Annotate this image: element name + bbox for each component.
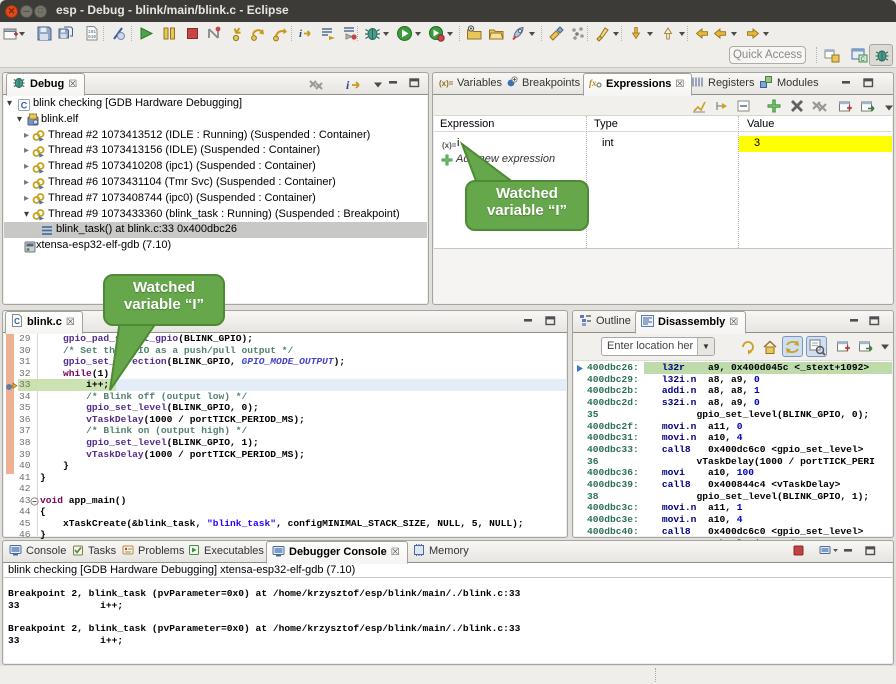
svg-text:010: 010 xyxy=(88,34,96,40)
svg-text:C: C xyxy=(861,57,866,63)
svg-text:fx: fx xyxy=(589,78,597,88)
svg-text:i: i xyxy=(346,78,350,92)
svg-text:C: C xyxy=(14,317,20,326)
svg-text:C: C xyxy=(21,100,28,110)
svg-text:i: i xyxy=(299,28,303,40)
svg-text:(x)=: (x)= xyxy=(439,79,453,88)
